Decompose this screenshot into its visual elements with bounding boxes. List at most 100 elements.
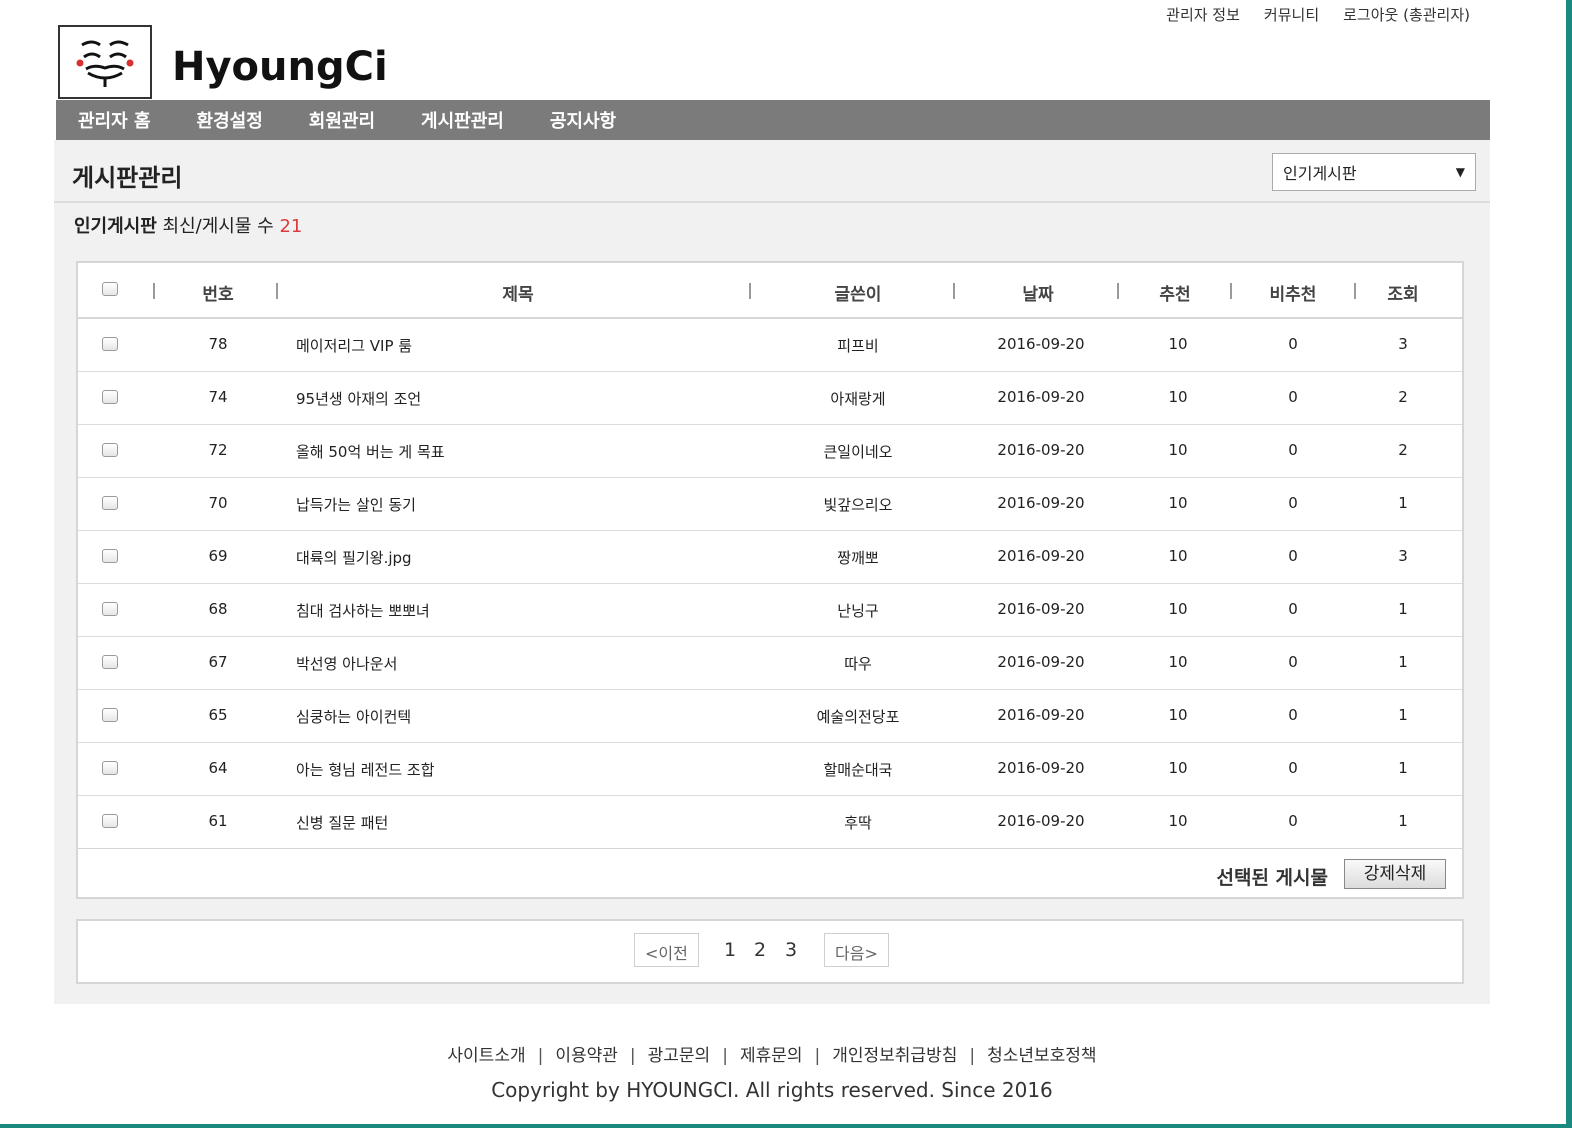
board-select[interactable]: 인기게시판 ▼: [1272, 153, 1476, 191]
footer-link-partnership[interactable]: 제휴문의: [740, 1046, 803, 1066]
nav-settings[interactable]: 환경설정: [197, 107, 263, 133]
table-row[interactable]: 78 메이저리그 VIP 룸 피프비 2016-09-20 10 0 3: [78, 319, 1462, 372]
brand-name[interactable]: HyoungCi: [172, 44, 388, 90]
cell-writer[interactable]: 난닝구: [798, 600, 918, 621]
cell-subject[interactable]: 대륙의 필기왕.jpg: [296, 547, 756, 568]
cell-up: 10: [1168, 812, 1188, 830]
footer-link-terms[interactable]: 이용약관: [555, 1046, 618, 1066]
cell-writer[interactable]: 예술의전당포: [798, 706, 918, 727]
cell-subject[interactable]: 메이저리그 VIP 룸: [296, 335, 756, 356]
header-separator: [1354, 283, 1356, 299]
nav-notices[interactable]: 공지사항: [550, 107, 616, 133]
row-checkbox[interactable]: [102, 814, 118, 828]
cell-writer[interactable]: 할매순대국: [798, 759, 918, 780]
force-delete-button[interactable]: 강제삭제: [1344, 859, 1446, 889]
table-header: 번호 제목 글쓴이 날짜 추천 비추천 조회: [78, 263, 1462, 319]
table-row[interactable]: 70 납득가는 살인 동기 빛갚으리오 2016-09-20 10 0 1: [78, 478, 1462, 531]
admin-info-link[interactable]: 관리자 정보: [1166, 4, 1240, 25]
footer-link-ads[interactable]: 광고문의: [648, 1046, 711, 1066]
cell-subject[interactable]: 신병 질문 패턴: [296, 812, 756, 833]
cell-views: 1: [1398, 812, 1408, 830]
cell-views: 3: [1398, 335, 1408, 353]
table-row[interactable]: 72 올해 50억 버는 게 목표 큰일이네오 2016-09-20 10 0 2: [78, 425, 1462, 478]
community-link[interactable]: 커뮤니티: [1264, 4, 1319, 25]
nav-boards[interactable]: 게시판관리: [421, 107, 504, 133]
cell-up: 10: [1168, 653, 1188, 671]
row-checkbox[interactable]: [102, 761, 118, 775]
cell-up: 10: [1168, 547, 1188, 565]
table-row[interactable]: 69 대륙의 필기왕.jpg 짱깨뽀 2016-09-20 10 0 3: [78, 531, 1462, 584]
content-area: 게시판관리 인기게시판 ▼ 인기게시판 최신/게시물 수 21 번호 제목 글쓴…: [54, 140, 1490, 1004]
row-checkbox[interactable]: [102, 708, 118, 722]
row-checkbox[interactable]: [102, 337, 118, 351]
cell-writer[interactable]: 아재랑게: [798, 388, 918, 409]
cell-subject[interactable]: 침대 검사하는 뽀뽀녀: [296, 600, 756, 621]
cell-num: 69: [208, 547, 228, 565]
row-checkbox[interactable]: [102, 655, 118, 669]
table-row[interactable]: 67 박선영 아나운서 따우 2016-09-20 10 0 1: [78, 637, 1462, 690]
row-checkbox[interactable]: [102, 549, 118, 563]
logo[interactable]: [58, 25, 152, 99]
next-page-button[interactable]: 다음>: [824, 933, 889, 967]
page-1[interactable]: 1: [724, 939, 736, 961]
logout-link[interactable]: 로그아웃 (총관리자): [1343, 4, 1470, 25]
footer-link-privacy[interactable]: 개인정보취급방침: [832, 1046, 957, 1066]
row-checkbox[interactable]: [102, 602, 118, 616]
cell-up: 10: [1168, 600, 1188, 618]
board-name: 인기게시판: [74, 216, 157, 237]
table-row[interactable]: 64 아는 형님 레전드 조합 할매순대국 2016-09-20 10 0 1: [78, 743, 1462, 796]
cell-writer[interactable]: 후딱: [798, 812, 918, 833]
select-all-checkbox[interactable]: [102, 282, 118, 296]
cell-subject[interactable]: 아는 형님 레전드 조합: [296, 759, 756, 780]
page-2[interactable]: 2: [754, 939, 766, 961]
cell-writer[interactable]: 큰일이네오: [798, 441, 918, 462]
row-checkbox[interactable]: [102, 443, 118, 457]
footer-link-youth[interactable]: 청소년보호정책: [987, 1046, 1096, 1066]
nav-admin-home[interactable]: 관리자 홈: [78, 107, 151, 133]
cell-subject[interactable]: 납득가는 살인 동기: [296, 494, 756, 515]
row-checkbox[interactable]: [102, 390, 118, 404]
prev-page-button[interactable]: <이전: [634, 933, 699, 967]
cell-writer[interactable]: 짱깨뽀: [798, 547, 918, 568]
nav-members[interactable]: 회원관리: [309, 107, 375, 133]
cell-views: 2: [1398, 388, 1408, 406]
cell-views: 1: [1398, 759, 1408, 777]
page-3[interactable]: 3: [785, 939, 797, 961]
cell-writer[interactable]: 빛갚으리오: [798, 494, 918, 515]
cell-views: 1: [1398, 494, 1408, 512]
footer-link-about[interactable]: 사이트소개: [447, 1046, 525, 1066]
cell-views: 2: [1398, 441, 1408, 459]
footer-separator: |: [722, 1046, 728, 1066]
cell-up: 10: [1168, 388, 1188, 406]
cell-date: 2016-09-20: [997, 547, 1085, 565]
cell-subject[interactable]: 심쿵하는 아이컨텍: [296, 706, 756, 727]
table-row[interactable]: 68 침대 검사하는 뽀뽀녀 난닝구 2016-09-20 10 0 1: [78, 584, 1462, 637]
cell-num: 74: [208, 388, 228, 406]
header-separator: [276, 283, 278, 299]
cell-up: 10: [1168, 759, 1188, 777]
window-frame-bottom: [0, 1124, 1572, 1128]
page-title: 게시판관리: [72, 164, 183, 192]
left-margin: [0, 0, 54, 1124]
table-row[interactable]: 74 95년생 아재의 조언 아재랑게 2016-09-20 10 0 2: [78, 372, 1462, 425]
cell-down: 0: [1288, 653, 1298, 671]
cell-down: 0: [1288, 706, 1298, 724]
cell-writer[interactable]: 피프비: [798, 335, 918, 356]
header-down: 비추천: [1269, 285, 1317, 305]
triangle-down-icon: ▼: [1455, 165, 1465, 179]
cell-subject[interactable]: 95년생 아재의 조언: [296, 388, 756, 409]
footer-links: 사이트소개 | 이용약관 | 광고문의 | 제휴문의 | 개인정보취급방침 | 청소년보호정책: [54, 1041, 1490, 1066]
table-row[interactable]: 65 심쿵하는 아이컨텍 예술의전당포 2016-09-20 10 0 1: [78, 690, 1462, 743]
header-separator: [749, 283, 751, 299]
cell-date: 2016-09-20: [997, 335, 1085, 353]
row-checkbox[interactable]: [102, 496, 118, 510]
table-row[interactable]: 61 신병 질문 패턴 후딱 2016-09-20 10 0 1: [78, 796, 1462, 849]
copyright: Copyright by HYOUNGCI. All rights reserv…: [491, 1078, 1053, 1102]
cell-date: 2016-09-20: [997, 706, 1085, 724]
cell-up: 10: [1168, 335, 1188, 353]
cell-writer[interactable]: 따우: [798, 653, 918, 674]
cell-subject[interactable]: 올해 50억 버는 게 목표: [296, 441, 756, 462]
cell-views: 1: [1398, 706, 1408, 724]
header-views: 조회: [1387, 285, 1419, 305]
cell-subject[interactable]: 박선영 아나운서: [296, 653, 756, 674]
